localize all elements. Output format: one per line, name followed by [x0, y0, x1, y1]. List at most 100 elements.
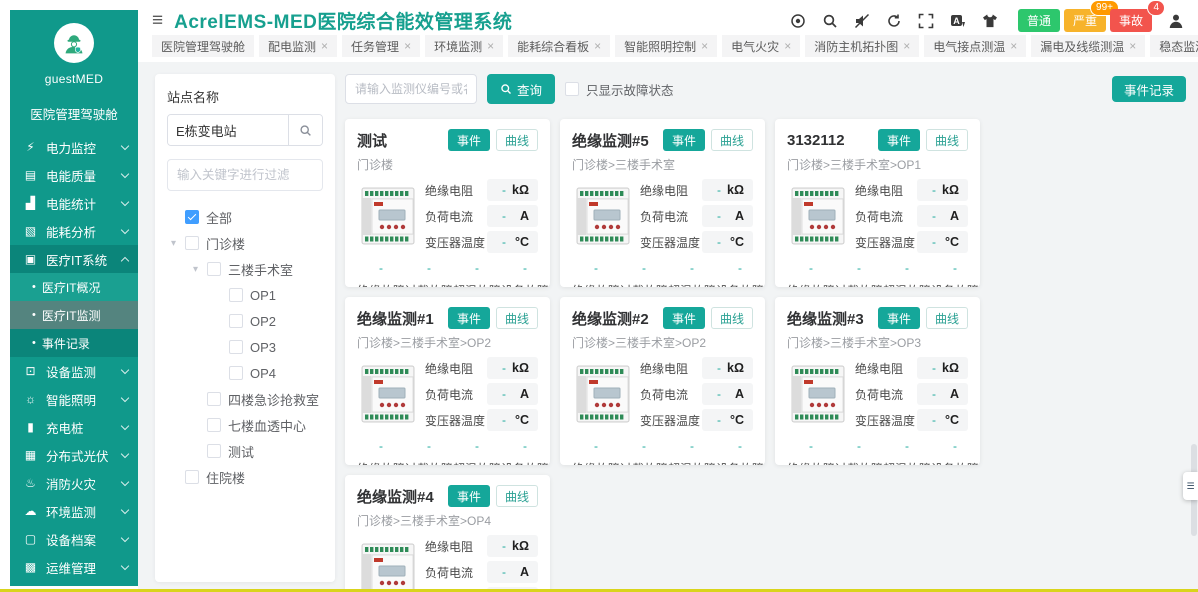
tab-close-icon[interactable]: ×: [1129, 40, 1136, 52]
tab-close-icon[interactable]: ×: [701, 40, 708, 52]
sidebar-item[interactable]: ▤ 电能质量: [10, 161, 138, 189]
fault-only-checkbox[interactable]: [565, 82, 579, 96]
card-event-button[interactable]: 事件: [878, 129, 920, 151]
tree-node[interactable]: ▾ 门诊楼: [167, 230, 323, 256]
station-input[interactable]: [168, 115, 288, 145]
card-event-button[interactable]: 事件: [878, 307, 920, 329]
sidebar-item-home[interactable]: 医院管理驾驶舱: [10, 104, 138, 123]
sidebar-submenu: • 医疗IT概况 • 医疗IT监测 • 事件记录: [10, 273, 138, 357]
fault-only-checkbox-wrap[interactable]: 只显示故障状态: [565, 74, 674, 104]
card-curve-button[interactable]: 曲线: [496, 307, 538, 329]
tree-checkbox[interactable]: [229, 314, 243, 328]
status-badge[interactable]: 事故 4: [1110, 9, 1152, 32]
event-log-button[interactable]: 事件记录: [1112, 76, 1186, 102]
tab[interactable]: 能耗综合看板 ×: [508, 35, 610, 57]
query-button[interactable]: 查询: [487, 74, 555, 104]
monitor-search-input[interactable]: [345, 74, 477, 104]
tree-checkbox[interactable]: [185, 236, 199, 250]
tree-checkbox[interactable]: [229, 366, 243, 380]
tree-node[interactable]: ▾ OP4: [167, 360, 323, 386]
sidebar-item[interactable]: ♨ 消防火灾: [10, 469, 138, 497]
sidebar-subitem[interactable]: • 医疗IT概况: [10, 273, 138, 301]
sidebar-item[interactable]: ▮ 充电桩: [10, 413, 138, 441]
card-curve-button[interactable]: 曲线: [926, 129, 968, 151]
tab-close-icon[interactable]: ×: [594, 40, 601, 52]
refresh-icon[interactable]: [886, 12, 903, 29]
tab[interactable]: 电气火灾 ×: [722, 35, 800, 57]
sidebar-item[interactable]: ▢ 设备档案: [10, 525, 138, 553]
tree-checkbox[interactable]: [185, 210, 199, 224]
tab[interactable]: 配电监测 ×: [259, 35, 337, 57]
sidebar-item[interactable]: ▟ 电能统计: [10, 189, 138, 217]
tree-node[interactable]: ▾ 三楼手术室: [167, 256, 323, 282]
avatar[interactable]: [54, 23, 94, 63]
status-badge[interactable]: 普通: [1018, 9, 1060, 32]
tab-close-icon[interactable]: ×: [404, 40, 411, 52]
tree-node[interactable]: ▾ OP3: [167, 334, 323, 360]
sidebar-item[interactable]: ☁ 环境监测: [10, 497, 138, 525]
card-event-button[interactable]: 事件: [663, 129, 705, 151]
tab[interactable]: 稳态监测 ×: [1150, 35, 1198, 57]
tab-close-icon[interactable]: ×: [1010, 40, 1017, 52]
sidebar-subitem[interactable]: • 事件记录: [10, 329, 138, 357]
station-search-button[interactable]: [288, 115, 322, 145]
tree-node[interactable]: ▾ 全部: [167, 204, 323, 230]
sidebar-item[interactable]: ☼ 智能照明: [10, 385, 138, 413]
tab[interactable]: 漏电及线缆测温 ×: [1031, 35, 1145, 57]
tab[interactable]: 任务管理 ×: [342, 35, 420, 57]
tree-node[interactable]: ▾ 测试: [167, 438, 323, 464]
hamburger-icon[interactable]: ≡: [152, 11, 163, 30]
card-event-button[interactable]: 事件: [448, 485, 490, 507]
theme-icon[interactable]: [982, 12, 999, 29]
tab-close-icon[interactable]: ×: [487, 40, 494, 52]
card-curve-button[interactable]: 曲线: [496, 129, 538, 151]
search-icon[interactable]: [822, 12, 839, 29]
translate-icon[interactable]: A: [950, 12, 967, 29]
user-icon[interactable]: [1167, 12, 1184, 29]
fullscreen-icon[interactable]: [918, 12, 935, 29]
tree-checkbox[interactable]: [229, 340, 243, 354]
fault-item: - 过载故障: [835, 262, 883, 287]
tab[interactable]: 电气接点测温 ×: [924, 35, 1026, 57]
tree-checkbox[interactable]: [207, 418, 221, 432]
card-curve-button[interactable]: 曲线: [711, 307, 753, 329]
tree-filter-input[interactable]: [167, 159, 323, 191]
sidebar-item[interactable]: ▩ 运维管理: [10, 553, 138, 581]
tree-node[interactable]: ▾ 七楼血透中心: [167, 412, 323, 438]
tab-close-icon[interactable]: ×: [903, 40, 910, 52]
tree-checkbox[interactable]: [229, 288, 243, 302]
sidebar-item[interactable]: ⊡ 设备监测: [10, 357, 138, 385]
card-curve-button[interactable]: 曲线: [496, 485, 538, 507]
tree-node[interactable]: ▾ 四楼急诊抢救室: [167, 386, 323, 412]
card-event-button[interactable]: 事件: [663, 307, 705, 329]
tab[interactable]: 消防主机拓扑图 ×: [805, 35, 919, 57]
status-badge[interactable]: 严重 99+: [1064, 9, 1106, 32]
card-title: 绝缘监测#1: [357, 308, 448, 329]
tab-close-icon[interactable]: ×: [321, 40, 328, 52]
tree-node[interactable]: ▾ OP2: [167, 308, 323, 334]
tab[interactable]: 智能照明控制 ×: [615, 35, 717, 57]
target-icon[interactable]: [790, 12, 807, 29]
settings-float-button[interactable]: ☰: [1183, 472, 1198, 500]
tree-node[interactable]: ▾ OP1: [167, 282, 323, 308]
tab[interactable]: 医院管理驾驶舱 ×: [152, 35, 254, 57]
mute-icon[interactable]: [854, 12, 871, 29]
sidebar-item[interactable]: ▦ 分布式光伏: [10, 441, 138, 469]
sidebar-item-medical-it[interactable]: ▣ 医疗IT系统: [10, 245, 138, 273]
tree-node[interactable]: ▾ 住院楼: [167, 464, 323, 490]
card-event-button[interactable]: 事件: [448, 129, 490, 151]
card-event-button[interactable]: 事件: [448, 307, 490, 329]
card-curve-button[interactable]: 曲线: [926, 307, 968, 329]
tree-checkbox[interactable]: [185, 470, 199, 484]
sidebar-item[interactable]: ▧ 能耗分析: [10, 217, 138, 245]
caret-down-icon[interactable]: ▾: [171, 238, 185, 249]
caret-down-icon[interactable]: ▾: [193, 264, 207, 275]
tree-checkbox[interactable]: [207, 444, 221, 458]
tree-checkbox[interactable]: [207, 262, 221, 276]
tab[interactable]: 环境监测 ×: [425, 35, 503, 57]
sidebar-item[interactable]: ⚡ 电力监控: [10, 133, 138, 161]
tree-checkbox[interactable]: [207, 392, 221, 406]
tab-close-icon[interactable]: ×: [784, 40, 791, 52]
card-curve-button[interactable]: 曲线: [711, 129, 753, 151]
sidebar-subitem[interactable]: • 医疗IT监测: [10, 301, 138, 329]
